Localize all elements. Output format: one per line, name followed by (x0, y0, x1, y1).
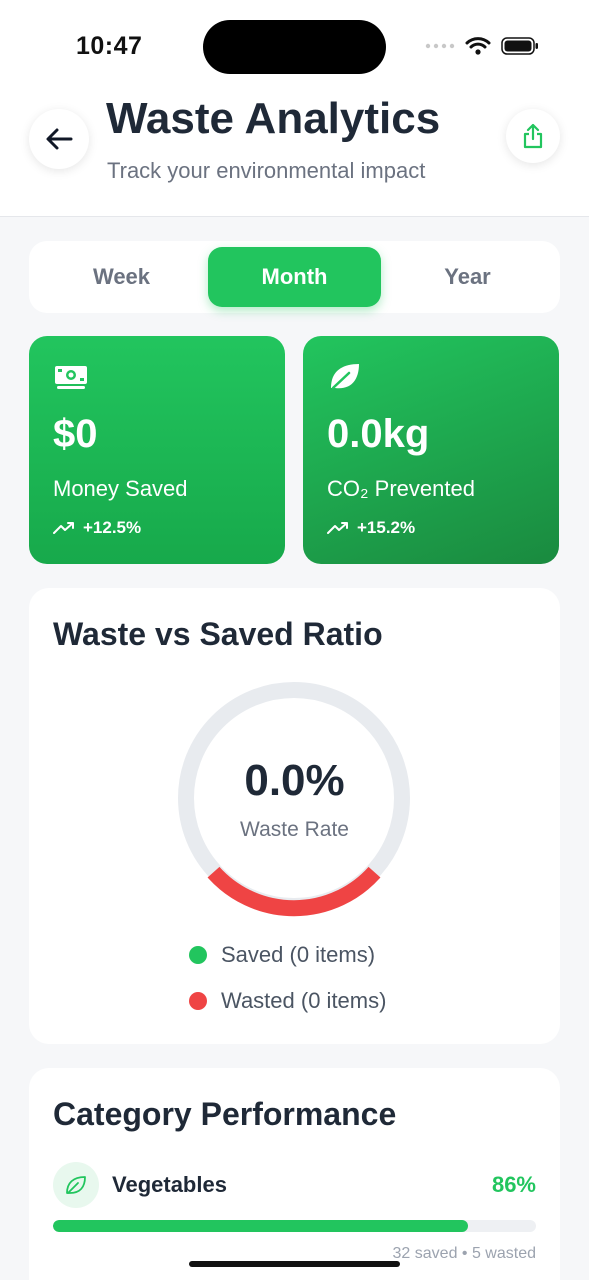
leaf-icon (331, 364, 359, 390)
page-subtitle: Track your environmental impact (107, 158, 426, 183)
legend-wasted: Wasted (0 items) (189, 988, 386, 1014)
status-icons (425, 36, 539, 56)
legend-dot-wasted (189, 992, 207, 1010)
co2-prevented-trend-value: +15.2% (357, 518, 416, 537)
waste-rate-value: 0.0% (244, 756, 345, 805)
tab-month[interactable]: Month (208, 247, 381, 307)
trending-up-icon (327, 522, 348, 534)
waste-rate-label: Waste Rate (240, 818, 349, 841)
arrow-left-icon (46, 128, 73, 150)
category-icon (53, 1162, 99, 1208)
category-row-vegetables[interactable]: Vegetables 86% (53, 1162, 536, 1210)
category-performance-title: Category Performance (53, 1096, 397, 1132)
period-tabs: Week Month Year (29, 241, 560, 313)
waste-ratio-card: Waste vs Saved Ratio 0.0% Waste Rate Sav… (29, 588, 560, 1044)
waste-ratio-title: Waste vs Saved Ratio (53, 616, 383, 652)
share-button[interactable] (506, 109, 560, 163)
dynamic-island (203, 20, 386, 74)
category-performance-card: Category Performance Vegetables 86% 32 s… (29, 1068, 560, 1280)
legend-dot-saved (189, 946, 207, 964)
trending-up-icon (53, 522, 74, 534)
share-icon (523, 123, 543, 149)
money-saved-label: Money Saved (53, 476, 188, 501)
category-percent: 86% (491, 1172, 536, 1197)
money-saved-value: $0 (53, 412, 98, 456)
money-saved-trend-value: +12.5% (83, 518, 142, 537)
legend-saved-label: Saved (0 items) (221, 942, 376, 967)
category-meta: 32 saved • 5 wasted (392, 1245, 536, 1262)
legend-wasted-label: Wasted (0 items) (221, 988, 387, 1013)
status-time: 10:47 (76, 32, 143, 60)
money-saved-trend: +12.5% (53, 518, 141, 538)
signal-icon (425, 43, 455, 49)
category-name: Vegetables (112, 1172, 227, 1197)
tab-year[interactable]: Year (381, 247, 554, 307)
status-bar: 10:47 (0, 0, 589, 90)
home-indicator (189, 1261, 400, 1267)
co2-prevented-label: CO₂ Prevented (327, 476, 475, 501)
leaf-icon (66, 1176, 86, 1194)
donut-waste-segment (207, 866, 381, 917)
money-saved-card: $0 Money Saved +12.5% (29, 336, 285, 564)
category-progress-track (53, 1220, 536, 1232)
co2-prevented-trend: +15.2% (327, 518, 415, 538)
co2-prevented-value: 0.0kg (327, 412, 430, 456)
battery-icon (501, 37, 538, 55)
money-icon (55, 366, 87, 389)
wifi-icon (465, 37, 491, 55)
category-progress-fill (53, 1220, 469, 1232)
back-button[interactable] (29, 109, 89, 169)
legend-saved: Saved (0 items) (189, 942, 375, 968)
tab-week[interactable]: Week (35, 247, 208, 307)
co2-prevented-card: 0.0kg CO₂ Prevented +15.2% (303, 336, 559, 564)
page-header: Waste Analytics Track your environmental… (0, 90, 589, 217)
page-title: Waste Analytics (106, 94, 441, 143)
